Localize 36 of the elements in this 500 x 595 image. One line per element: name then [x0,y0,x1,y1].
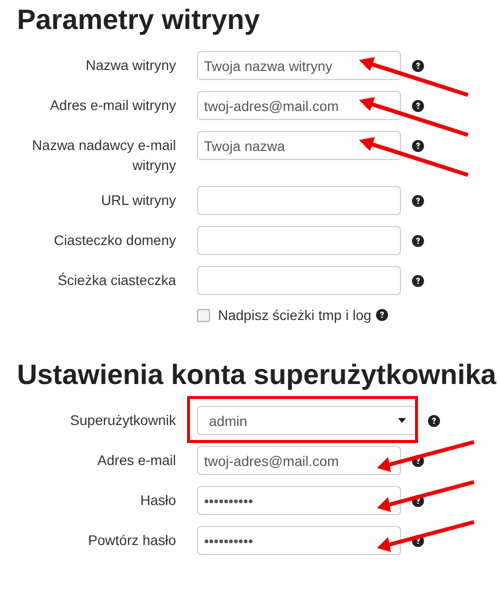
field-label: Ciasteczko domeny [52,231,176,250]
input-field[interactable]: •••••••••• [197,486,401,515]
checkbox-label[interactable]: Nadpisz ścieżki tmp i log [218,307,372,323]
field-label: Nazwa witryny [84,56,176,75]
section-heading: Ustawienia konta superużytkownika [17,358,498,392]
select-field[interactable]: admin [197,406,417,435]
input-field[interactable]: Twoja nazwa witryny [197,51,401,80]
section-heading: Parametry witryny [17,3,261,37]
field-label: URL witryny [100,191,176,210]
input-field[interactable]: •••••••••• [197,526,401,555]
input-field[interactable]: twoj-adres@mail.com [197,446,401,475]
help-icon[interactable] [412,194,424,206]
input-field[interactable]: twoj-adres@mail.com [197,91,401,120]
help-icon[interactable] [412,494,424,506]
field-label: Adres e-mail witryny [48,96,176,115]
field-label: Superużytkownik [69,411,176,430]
help-icon[interactable] [376,309,388,321]
input-field[interactable]: Twoja nazwa [197,131,401,160]
help-icon[interactable] [428,414,440,426]
input-field[interactable] [197,186,401,215]
help-icon[interactable] [412,274,424,286]
input-field[interactable] [197,266,401,295]
field-label: Adres e-mail [96,451,176,470]
help-icon[interactable] [412,534,424,546]
field-label: Powtórz hasło [87,531,176,550]
field-label: Nazwa nadawcy e-mail witryny [31,136,176,175]
field-label: Hasło [139,491,176,510]
help-icon[interactable] [412,100,424,112]
help-icon[interactable] [412,140,424,152]
help-icon[interactable] [412,454,424,466]
checkbox[interactable] [197,308,210,322]
help-icon[interactable] [412,234,424,246]
field-label: Ścieżka ciasteczka [56,271,176,290]
caret-icon [398,418,406,423]
input-field[interactable] [197,226,401,255]
help-icon[interactable] [412,60,424,72]
